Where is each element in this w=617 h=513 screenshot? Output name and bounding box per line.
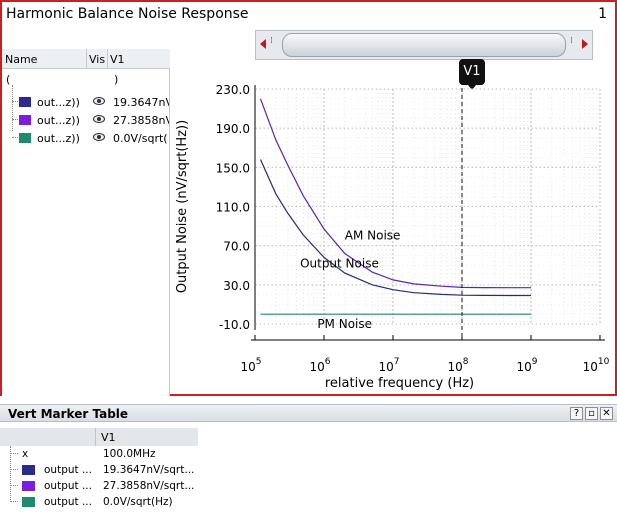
table-row[interactable]: output ... 19.3647nV/sqrt... [0,462,200,478]
signal-color-swatch [19,133,31,143]
scroll-thumb[interactable] [282,33,566,57]
plot-title: Harmonic Balance Noise Response [6,6,249,22]
signal-color-swatch [22,497,35,507]
x-axis-title: relative frequency (Hz) [325,376,474,391]
restore-button[interactable]: ▫ [585,407,598,420]
x-tick-label: 106 [309,357,330,374]
table-row-value: 100.0MHz [103,448,156,460]
column-vis[interactable]: Vis [89,53,105,66]
signal-row[interactable]: out...z)) 27.3858nV/ [2,111,170,129]
noise-chart: 230.0 190.0 150.0 110.0 70.0 30.0 -10.0 105 106 1… [175,60,610,391]
table-row[interactable]: output ... 0.0V/sqrt(Hz) [0,494,200,510]
signal-color-swatch [22,481,35,491]
y-tick-label: -10.0 [219,318,250,332]
marker-table-header: V1 [0,428,198,446]
x-tick-label: 105 [240,357,261,374]
close-button[interactable]: ✕ [600,407,613,420]
scroll-right-arrow-icon[interactable] [582,39,588,49]
help-button[interactable]: ? [570,407,583,420]
horizontal-scrollbar[interactable]: ⁞ ⁞ [255,30,593,60]
table-row[interactable]: x 100.0MHz [0,446,200,462]
table-row[interactable]: output ... 27.3858nV/sqrt... [0,478,200,494]
scroll-left-arrow-icon[interactable] [260,39,266,49]
eye-icon[interactable] [93,113,105,125]
table-row-name: output ... [44,464,92,476]
table-row-value: 19.3647nV/sqrt... [103,464,195,476]
chart-grid [254,88,601,325]
y-tick-label: 150.0 [216,161,250,175]
signal-row[interactable]: out...z)) 0.0V/sqrt( [2,129,170,147]
signal-value: 0.0V/sqrt( [113,132,168,145]
marker-table-title: Vert Marker Table [8,407,129,421]
signal-root[interactable]: ( [6,73,10,86]
y-tick-label: 110.0 [216,201,250,215]
table-row-name: output ... [44,480,92,492]
y-axis-title: Output Noise (nV/sqrt(Hz)) [175,120,190,293]
series-label: PM Noise [317,317,372,331]
signal-browser-header: Name Vis V1 [2,49,170,69]
table-row-name: output ... [44,496,92,508]
subwindow-number[interactable]: 1 [598,6,607,22]
x-tick-label: 109 [516,357,537,374]
signal-color-swatch [19,97,31,107]
signal-name: out...z)) [37,132,80,145]
y-tick-label: 190.0 [216,122,250,136]
y-tick-label: 30.0 [223,279,250,293]
chart-labels: 230.0 190.0 150.0 110.0 70.0 30.0 -10.0 105 106 1… [175,83,610,391]
scroll-grip-left-icon: ⁞ [270,36,273,46]
signal-root-label: ( [6,73,11,86]
table-row-value: 27.3858nV/sqrt... [103,480,195,492]
column-name[interactable]: Name [5,53,37,66]
marker-table-column-v1[interactable]: V1 [101,431,116,444]
signal-color-swatch [19,115,31,125]
signal-row[interactable]: out...z)) 19.3647nV/ [2,93,170,111]
x-tick-label: 107 [378,357,399,374]
column-v1[interactable]: V1 [110,53,125,66]
table-row-name: x [22,448,29,460]
signal-name: out...z)) [37,96,80,109]
signal-browser: Name Vis V1 ( ) out...z)) 19.3647nV/ out… [2,49,170,396]
series-label: AM Noise [345,228,401,242]
signal-value: 27.3858nV/ [113,114,169,127]
x-tick-label: 108 [447,357,468,374]
scroll-grip-right-icon: ⁞ [570,36,573,46]
signal-root-value: ) [114,73,119,86]
y-tick-label: 70.0 [223,240,250,254]
y-tick-label: 230.0 [216,83,250,97]
marker-table-titlebar: Vert Marker Table ? ▫ ✕ [0,404,617,422]
signal-name: out...z)) [37,114,80,127]
eye-icon[interactable] [93,95,105,107]
eye-icon[interactable] [93,131,105,143]
table-row-value: 0.0V/sqrt(Hz) [103,496,173,508]
signal-value: 19.3647nV/ [113,96,169,109]
x-tick-label: 1010 [583,357,610,374]
marker-table: V1 x 100.0MHz output ... 19.3647nV/sqrt.… [0,424,617,513]
series-label: Output Noise [300,256,379,270]
signal-color-swatch [22,465,35,475]
